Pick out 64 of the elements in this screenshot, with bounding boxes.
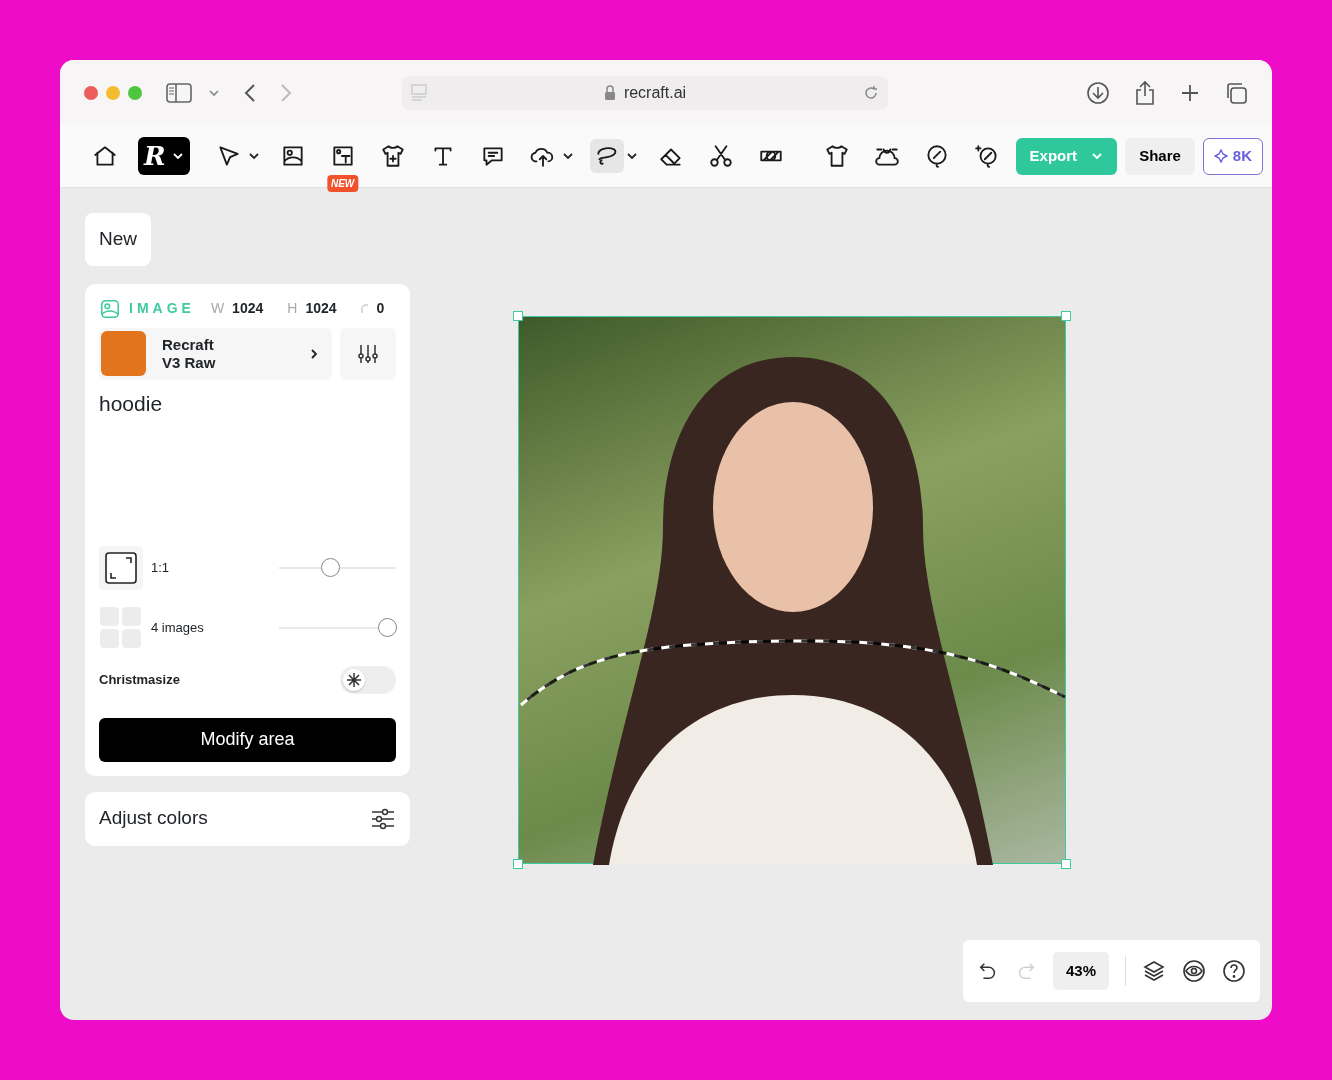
caret-icon[interactable] bbox=[247, 150, 260, 162]
image-icon bbox=[99, 297, 121, 320]
reload-icon[interactable] bbox=[862, 83, 880, 102]
layers-icon[interactable] bbox=[1142, 959, 1166, 983]
plus-icon[interactable] bbox=[1180, 82, 1200, 103]
width-label: W bbox=[210, 299, 225, 318]
adjust-colors-panel[interactable]: Adjust colors bbox=[85, 791, 410, 846]
model-thumbnail bbox=[101, 331, 146, 376]
tool-button[interactable] bbox=[589, 139, 624, 173]
resize-handle[interactable] bbox=[513, 311, 523, 321]
credits-button[interactable]: 8K bbox=[1202, 137, 1263, 175]
corner-radius-icon bbox=[360, 303, 369, 314]
sidebar-icon[interactable] bbox=[166, 82, 192, 103]
christmasize-toggle[interactable] bbox=[340, 665, 396, 694]
caret-icon[interactable] bbox=[625, 150, 638, 162]
logo-button[interactable]: R bbox=[138, 137, 190, 175]
prompt-field[interactable]: hoodie bbox=[99, 387, 396, 538]
adjust-colors-label: Adjust colors bbox=[99, 806, 208, 831]
aspect-ratio-label: 1:1 bbox=[151, 558, 170, 577]
aspect-ratio-icon bbox=[105, 551, 137, 584]
tshirt-icon bbox=[823, 143, 850, 169]
resize-handle[interactable] bbox=[513, 859, 523, 869]
height-label: H bbox=[287, 299, 298, 318]
shirt-plus-icon bbox=[379, 143, 406, 169]
caret-icon[interactable] bbox=[171, 150, 184, 162]
width-value[interactable]: 1024 bbox=[232, 298, 264, 319]
tabs-icon[interactable] bbox=[1224, 80, 1248, 105]
type-label: IMAGE bbox=[129, 299, 195, 318]
aspect-ratio-button[interactable] bbox=[99, 545, 143, 590]
model-name: Recraft V3 Raw bbox=[162, 335, 216, 372]
help-icon[interactable] bbox=[1222, 959, 1246, 983]
new-tab[interactable]: New bbox=[85, 213, 151, 266]
model-selector[interactable]: Recraft V3 Raw bbox=[99, 327, 332, 380]
share-icon[interactable] bbox=[1134, 79, 1156, 106]
page-icon bbox=[410, 82, 428, 103]
zoom-level[interactable]: 43% bbox=[1052, 952, 1109, 990]
chevron-right-icon bbox=[310, 347, 318, 360]
height-value[interactable]: 1024 bbox=[305, 298, 337, 319]
modify-area-button[interactable]: Modify area bbox=[99, 717, 396, 762]
scissors-icon bbox=[707, 143, 734, 169]
lock-icon bbox=[603, 85, 616, 100]
back-icon[interactable] bbox=[244, 82, 256, 103]
christmasize-label: Christmasize bbox=[99, 670, 180, 689]
minimize-window-dot[interactable] bbox=[106, 85, 120, 100]
corner-radius-value[interactable]: 0 bbox=[376, 298, 385, 319]
slider-thumb[interactable] bbox=[378, 617, 397, 637]
snowflake-icon bbox=[346, 671, 362, 688]
resize-handle[interactable] bbox=[1061, 311, 1071, 321]
sparkle-icon bbox=[1213, 149, 1228, 163]
chevron-down-icon[interactable] bbox=[208, 88, 220, 97]
settings-button[interactable] bbox=[340, 327, 396, 380]
slider-thumb[interactable] bbox=[320, 557, 340, 577]
adjust-icon bbox=[370, 806, 396, 831]
download-icon[interactable] bbox=[1086, 80, 1110, 105]
close-window-dot[interactable] bbox=[84, 85, 98, 100]
share-button[interactable]: Share bbox=[1125, 137, 1195, 175]
new-badge: NEW bbox=[326, 175, 359, 192]
maximize-window-dot[interactable] bbox=[128, 85, 142, 100]
caret-icon[interactable] bbox=[561, 150, 574, 162]
image-count-label: 4 images bbox=[151, 618, 204, 637]
address-bar[interactable]: recraft.ai bbox=[402, 75, 888, 110]
resize-handle[interactable] bbox=[1061, 859, 1071, 869]
eye-icon[interactable] bbox=[1182, 959, 1206, 983]
url-text: recraft.ai bbox=[623, 82, 687, 103]
